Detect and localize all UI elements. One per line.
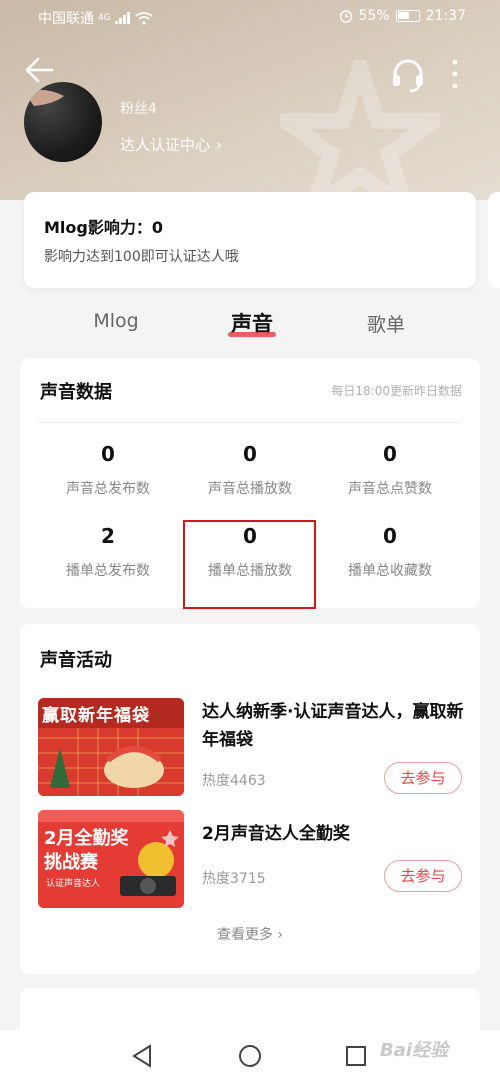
stat-value: 2 <box>101 524 115 548</box>
stat-label: 播单总收藏数 <box>348 563 432 579</box>
activity-title: 达人纳新季·认证声音达人，赢取新年福袋 <box>202 702 464 750</box>
stat-voice-published: 0 声音总发布数 <box>38 442 178 498</box>
see-more-label: 查看更多 <box>216 927 273 943</box>
thumbnail-small-text: 认证声音达人 <box>46 879 101 889</box>
stat-value: 0 <box>383 524 397 548</box>
avatar[interactable] <box>24 82 102 162</box>
activity-title: 2月声音达人全勤奖 <box>202 824 350 844</box>
headset-icon[interactable] <box>388 54 428 94</box>
stat-voice-plays: 0 声音总播放数 <box>180 442 320 498</box>
nickname: 粉丝4 <box>120 101 157 117</box>
carrier-label: 中国联通 <box>38 11 94 27</box>
nav-back-icon[interactable] <box>128 1042 156 1070</box>
annotation-highlight-box <box>183 520 316 609</box>
mlog-influence-title: Mlog影响力：0 <box>44 218 163 237</box>
stat-label: 声音总播放数 <box>208 481 292 497</box>
chevron-right-icon: › <box>216 135 223 154</box>
tab-playlist[interactable]: 歌单 <box>336 310 436 337</box>
voice-data-title: 声音数据 <box>40 382 112 403</box>
cert-center-label: 达人认证中心 <box>120 136 211 154</box>
mlog-influence-card: Mlog影响力：0 影响力达到100即可认证达人哦 <box>24 192 476 288</box>
nav-home-icon[interactable] <box>236 1042 264 1070</box>
divider <box>38 422 462 423</box>
status-bar: 中国联通 4G 55% 21:37 <box>0 0 500 34</box>
watermark: Bai经验 <box>380 1040 449 1061</box>
voice-activities-card: 声音活动 赢取新年福袋 达人纳新季·认证声音达人，赢取新年福袋 热度4463 去… <box>20 624 480 974</box>
avatar-image <box>24 89 64 106</box>
signal-icon <box>114 12 130 24</box>
stat-voice-likes: 0 声音总点赞数 <box>320 442 460 498</box>
thumbnail-caption: 2月全勤奖 <box>44 828 129 849</box>
join-button[interactable]: 去参与 <box>384 860 462 892</box>
alarm-icon <box>339 10 352 23</box>
nav-recents-icon[interactable] <box>342 1042 370 1070</box>
activities-title: 声音活动 <box>40 650 112 671</box>
stat-playlist-published: 2 播单总发布数 <box>38 524 178 580</box>
activity-item[interactable]: 赢取新年福袋 达人纳新季·认证声音达人，赢取新年福袋 热度4463 去参与 <box>38 698 464 796</box>
clock: 21:37 <box>425 8 466 24</box>
next-card-peek[interactable] <box>488 192 500 288</box>
thumbnail-caption-2: 挑战赛 <box>44 852 98 873</box>
update-note: 每日18:00更新昨日数据 <box>331 384 462 398</box>
see-more-link[interactable]: 查看更多 › <box>20 924 480 944</box>
activity-heat: 热度4463 <box>202 773 266 789</box>
battery-icon <box>395 10 420 22</box>
stat-playlist-favorites: 0 播单总收藏数 <box>320 524 460 580</box>
network-label: 4G <box>98 13 111 23</box>
more-vertical-icon[interactable] <box>446 56 464 92</box>
mlog-influence-hint: 影响力达到100即可认证达人哦 <box>44 249 239 265</box>
activity-item[interactable]: 2月全勤奖 挑战赛 认证声音达人 2月声音达人全勤奖 热度3715 去参与 <box>38 810 462 908</box>
activity-heat: 热度3715 <box>202 871 266 887</box>
stat-label: 声音总点赞数 <box>348 481 432 497</box>
stat-label: 播单总发布数 <box>66 563 150 579</box>
cert-center-link[interactable]: 达人认证中心 › <box>120 134 222 155</box>
chevron-right-icon: › <box>277 927 284 943</box>
activity-thumbnail: 2月全勤奖 挑战赛 认证声音达人 <box>38 810 184 908</box>
join-button[interactable]: 去参与 <box>384 762 462 794</box>
wifi-icon <box>135 11 153 25</box>
category-tabs: Mlog 声音 歌单 <box>0 300 500 350</box>
stat-value: 0 <box>243 442 257 466</box>
activity-thumbnail: 赢取新年福袋 <box>38 698 184 796</box>
battery-percent: 55% <box>358 8 390 24</box>
stat-value: 0 <box>101 442 115 466</box>
thumbnail-caption: 赢取新年福袋 <box>42 706 150 726</box>
stat-label: 声音总发布数 <box>66 481 150 497</box>
active-tab-indicator <box>228 332 276 337</box>
stat-value: 0 <box>383 442 397 466</box>
tab-mlog[interactable]: Mlog <box>66 310 166 332</box>
